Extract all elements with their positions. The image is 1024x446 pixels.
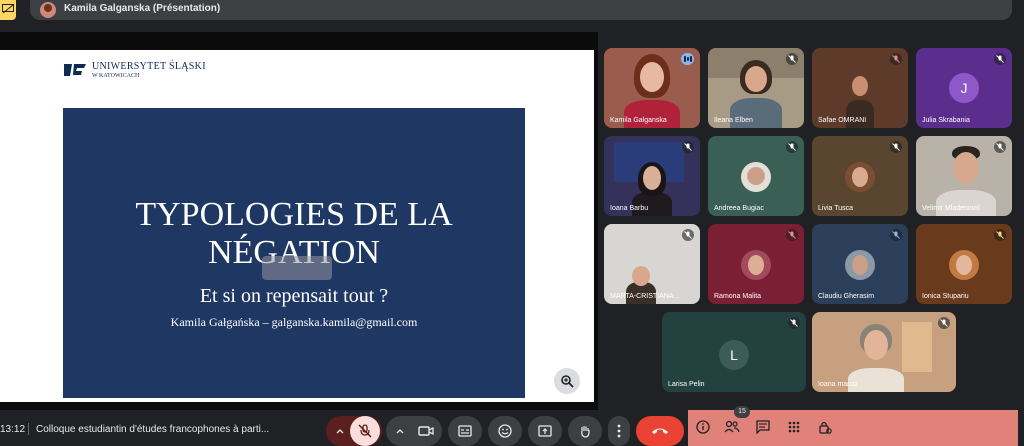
university-city: W KATOWICACH xyxy=(92,73,140,79)
participant-name: Velimir Mladenović xyxy=(922,205,981,212)
presenter-avatar xyxy=(40,2,56,18)
speaking-indicator-icon xyxy=(681,53,694,65)
chevron-up-icon xyxy=(336,429,344,434)
participant-tile[interactable]: Ioana marcu xyxy=(812,312,956,392)
end-call-icon xyxy=(652,428,668,434)
participant-tile[interactable]: J Julia Skrabania xyxy=(916,48,1012,128)
participant-tile[interactable]: Ioana Barbu xyxy=(604,136,700,216)
participant-tile[interactable]: Ileana Elben xyxy=(708,48,804,128)
mic-off-icon xyxy=(788,317,800,329)
meet-window: Kamila Galganska (Présentation) UNIWERSY… xyxy=(0,0,1024,446)
participant-name: Ioana marcu xyxy=(818,381,857,388)
slide-title-panel: TYPOLOGIES DE LA NÉGATION Et si on repen… xyxy=(63,108,525,398)
participant-tile[interactable]: Livia Tusca xyxy=(812,136,908,216)
reactions-button[interactable] xyxy=(488,416,522,446)
more-options-button[interactable] xyxy=(608,416,630,446)
zoom-in-button[interactable] xyxy=(554,368,580,394)
participant-name: Andreea Bugiac xyxy=(714,205,764,212)
activities-icon[interactable] xyxy=(788,421,800,433)
meeting-title[interactable]: Colloque estudiantin d'études francophon… xyxy=(36,424,269,435)
participant-tile[interactable]: Velimir Mladenović xyxy=(916,136,1012,216)
participant-tile[interactable]: Kamila Galganska xyxy=(604,48,700,128)
mic-off-icon xyxy=(682,229,694,241)
presenting-screen-icon[interactable] xyxy=(0,0,16,20)
participant-name: MARTA-CRISTIANA... xyxy=(610,293,680,300)
mic-off-icon xyxy=(890,229,902,241)
mic-off-icon xyxy=(786,53,798,65)
meeting-time: 13:12 xyxy=(0,424,26,435)
mic-off-icon xyxy=(890,141,902,153)
presentation-stage: UNIWERSYTET ŚLĄSKI W KATOWICACH TYPOLOGI… xyxy=(0,32,598,410)
camera-options-button[interactable] xyxy=(386,416,442,446)
participant-tile[interactable]: Claudiu Gherasim xyxy=(812,224,908,304)
more-vert-icon xyxy=(617,424,621,438)
emoji-icon xyxy=(498,424,512,438)
present-screen-icon xyxy=(538,425,552,437)
mic-off-icon xyxy=(994,53,1006,65)
participant-tile[interactable]: L Larisa Pelin xyxy=(662,312,806,392)
avatar: L xyxy=(719,340,749,370)
mic-off-icon xyxy=(358,424,372,438)
slide-author: Kamila Gałgańska – galganska.kamila@gmai… xyxy=(170,315,418,329)
captions-icon xyxy=(458,425,472,437)
mic-off-icon xyxy=(682,141,694,153)
participant-name: Ramona Malita xyxy=(714,293,762,300)
raise-hand-button[interactable] xyxy=(568,416,602,446)
leave-call-button[interactable] xyxy=(636,416,684,446)
mic-off-icon xyxy=(786,229,798,241)
zoom-in-icon xyxy=(561,375,574,388)
participant-name: Kamila Galganska xyxy=(610,117,667,124)
mic-off-icon xyxy=(994,141,1006,153)
hand-icon xyxy=(581,426,590,438)
participant-name: Claudiu Gherasim xyxy=(818,293,875,300)
presenter-banner: Kamila Galganska (Présentation) xyxy=(30,0,1012,20)
pointer-highlight xyxy=(262,256,332,280)
participant-tile[interactable]: MARTA-CRISTIANA... xyxy=(604,224,700,304)
host-controls-icon[interactable] xyxy=(818,420,832,434)
people-icon[interactable] xyxy=(724,420,740,434)
meeting-info-icon[interactable] xyxy=(696,420,710,434)
participant-count-badge: 15 xyxy=(734,406,750,418)
university-logo-icon xyxy=(64,64,86,76)
top-bar: Kamila Galganska (Présentation) xyxy=(0,0,1024,32)
university-name: UNIWERSYTET ŚLĄSKI xyxy=(92,61,206,72)
participant-tile[interactable]: Ramona Malita xyxy=(708,224,804,304)
participant-name: Ileana Elben xyxy=(714,117,753,124)
mic-off-icon xyxy=(890,53,902,65)
mic-toggle-button[interactable] xyxy=(350,416,380,446)
chevron-up-icon xyxy=(396,429,404,434)
present-now-button[interactable] xyxy=(528,416,562,446)
divider xyxy=(28,423,29,435)
participant-name: Ioana Barbu xyxy=(610,205,649,212)
camera-icon xyxy=(418,426,434,436)
chat-icon[interactable] xyxy=(756,420,770,434)
participant-name: Ionica Stupariu xyxy=(922,293,969,300)
captions-button[interactable] xyxy=(448,416,482,446)
participant-name: Larisa Pelin xyxy=(668,381,705,388)
mic-off-icon xyxy=(994,229,1006,241)
mic-off-icon xyxy=(938,317,950,329)
participant-tile[interactable]: Andreea Bugiac xyxy=(708,136,804,216)
participant-name: Livia Tusca xyxy=(818,205,854,212)
presenter-label: Kamila Galganska (Présentation) xyxy=(64,3,221,14)
avatar: J xyxy=(949,73,979,103)
participant-tile[interactable]: Safae OMRANI xyxy=(812,48,908,128)
participant-name: Safae OMRANI xyxy=(818,117,867,124)
mic-off-icon xyxy=(786,141,798,153)
shared-slide: UNIWERSYTET ŚLĄSKI W KATOWICACH TYPOLOGI… xyxy=(0,50,594,402)
participant-tile[interactable]: Ionica Stupariu xyxy=(916,224,1012,304)
slide-subtitle: Et si on repensait tout ? xyxy=(199,285,389,307)
slide-title-line-1: TYPOLOGIES DE LA xyxy=(135,196,453,233)
participant-name: Julia Skrabania xyxy=(922,117,970,124)
